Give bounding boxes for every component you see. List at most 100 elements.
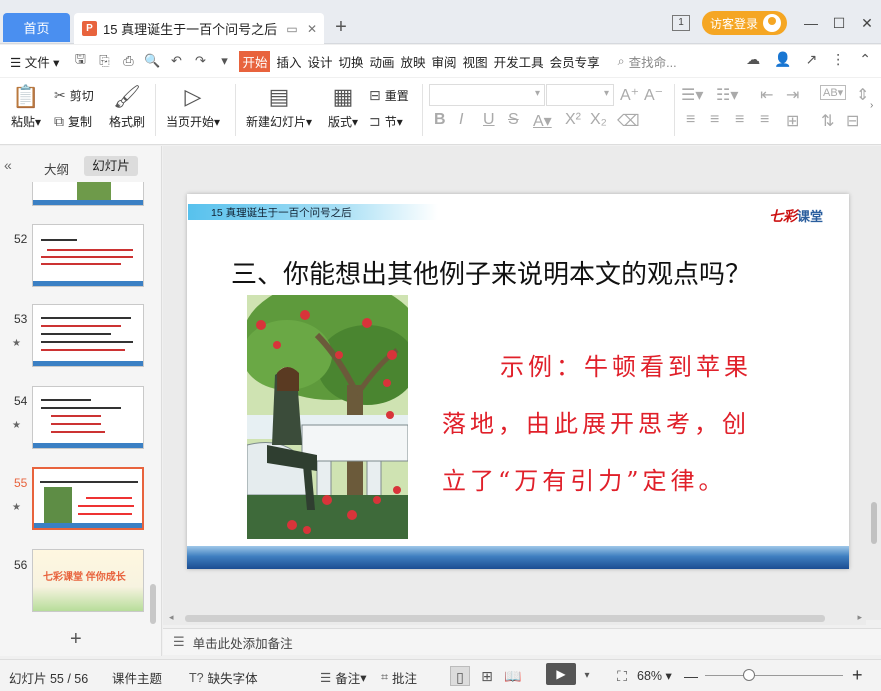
play-slideshow-button[interactable]: ▶ [546, 663, 576, 685]
font-family-select[interactable] [429, 84, 545, 106]
collapse-ribbon-icon[interactable]: ⌃ [859, 51, 871, 68]
share-icon[interactable]: ↗ [806, 51, 818, 68]
newton-illustration[interactable] [247, 295, 408, 539]
notes-pane[interactable]: ☰ 单击此处添加备注 [163, 628, 881, 655]
search-command[interactable]: ⌕ 查找命... [618, 52, 677, 71]
undo-icon[interactable]: ↶ [167, 53, 185, 69]
zoom-in-icon[interactable]: + [852, 665, 863, 686]
columns-icon[interactable]: ⊟ [846, 111, 859, 131]
horizontal-scroll-thumb[interactable] [185, 615, 825, 622]
cut-button[interactable]: ✂ 剪切 [54, 87, 94, 104]
vertical-scrollbar[interactable] [866, 146, 881, 620]
print-preview-icon[interactable]: 🔍 [143, 53, 161, 69]
slide-thumbnail-56[interactable]: 七彩课堂 伴你成长 [32, 549, 144, 612]
scroll-right-icon[interactable]: ▸ [857, 612, 862, 623]
quick-access-dropdown-icon[interactable]: ▾ [215, 53, 233, 69]
panel-scrollbar[interactable] [150, 584, 156, 624]
tab-home[interactable]: 首页 [3, 13, 70, 42]
collapse-panel-icon[interactable]: « [4, 157, 12, 173]
reading-view-icon[interactable]: 📖 [503, 666, 523, 686]
add-slide-button[interactable]: + [70, 628, 82, 651]
page-indicator-icon[interactable]: 1 [671, 15, 690, 31]
font-color-icon[interactable]: A▾ [533, 111, 552, 131]
menu-design[interactable]: 设计 [307, 52, 332, 71]
more-icon[interactable]: ⋮ [831, 51, 845, 68]
missing-font-button[interactable]: T? 缺失字体 [189, 668, 258, 687]
zoom-level[interactable]: 68% ▾ [637, 668, 672, 684]
cloud-sync-icon[interactable]: ☁ [746, 51, 760, 68]
increase-font-icon[interactable]: A⁺ [620, 85, 639, 105]
tab-outline[interactable]: 大纲 [44, 159, 69, 178]
justify-icon[interactable]: ≡ [760, 111, 769, 129]
align-right-icon[interactable]: ≡ [735, 111, 744, 129]
copy-button[interactable]: ⧉ 复制 [54, 113, 92, 130]
decrease-font-icon[interactable]: A⁻ [644, 85, 663, 105]
file-menu[interactable]: ☰ 文件 ▾ [10, 52, 59, 71]
clear-format-icon[interactable]: ⌫ [617, 111, 640, 131]
zoom-slider-track[interactable] [705, 675, 843, 676]
play-from-current-button[interactable]: ▷ 当页开始▾ [164, 84, 222, 130]
float-window-icon[interactable]: ▭ [284, 22, 300, 36]
current-slide[interactable]: 15 真理诞生于一百个问号之后 七彩课堂 三、你能想出其他例子来说明本文的观点吗… [187, 194, 849, 569]
fit-window-icon[interactable]: ⛶ [612, 666, 632, 686]
paste-button[interactable]: 📋 粘贴▾ [8, 84, 44, 130]
theme-name[interactable]: 课件主题 [112, 668, 162, 687]
strikethrough-icon[interactable]: S [508, 111, 519, 129]
underline-icon[interactable]: U [483, 111, 495, 129]
menu-developer[interactable]: 开发工具 [494, 52, 544, 71]
layout-button[interactable]: ▦ 版式▾ [325, 84, 361, 130]
menu-member[interactable]: 会员专享 [550, 52, 600, 71]
italic-icon[interactable]: I [459, 111, 463, 129]
export-icon[interactable]: ⎘ [95, 53, 113, 69]
new-tab-button[interactable]: + [330, 16, 352, 38]
menu-review[interactable]: 审阅 [432, 52, 457, 71]
close-tab-icon[interactable]: ✕ [304, 22, 320, 36]
paragraph-spacing-icon[interactable]: ⇅ [821, 111, 834, 131]
close-window-icon[interactable]: ✕ [855, 15, 879, 32]
vertical-scroll-thumb[interactable] [871, 502, 877, 544]
maximize-icon[interactable]: ☐ [827, 15, 851, 32]
decrease-indent-icon[interactable]: ⇤ [760, 85, 773, 105]
slide-thumbnail-53[interactable] [32, 304, 144, 367]
distribute-icon[interactable]: ⊞ [786, 111, 799, 131]
ribbon-scroll-right-icon[interactable]: › [870, 100, 873, 111]
menu-insert[interactable]: 插入 [276, 52, 301, 71]
new-slide-button[interactable]: ▤ 新建幻灯片▾ [244, 84, 314, 130]
zoom-out-icon[interactable]: — [684, 668, 698, 684]
visitor-login-button[interactable]: 访客登录 [701, 11, 787, 35]
superscript-icon[interactable]: X² [565, 111, 581, 129]
text-direction-icon[interactable]: AB▾ [820, 85, 847, 100]
minimize-icon[interactable]: — [799, 15, 823, 31]
save-icon[interactable]: 🖫 [71, 50, 89, 72]
zoom-slider-knob[interactable] [743, 669, 755, 681]
align-center-icon[interactable]: ≡ [710, 111, 719, 129]
slide-title[interactable]: 三、你能想出其他例子来说明本文的观点吗？ [231, 254, 751, 291]
normal-view-icon[interactable]: ▯ [450, 666, 470, 686]
horizontal-scrollbar[interactable]: ◂ ▸ [163, 611, 866, 625]
align-left-icon[interactable]: ≡ [686, 111, 695, 129]
section-button[interactable]: ⊐ 节 ▾ [369, 113, 403, 130]
slide-thumbnail-51[interactable] [32, 182, 144, 206]
reset-button[interactable]: ⊟ 重置 [369, 87, 409, 104]
slide-thumbnail-52[interactable] [32, 224, 144, 287]
menu-start[interactable]: 开始 [239, 50, 271, 72]
tab-document[interactable]: P 15 真理诞生于一百个问号之后 ▭ ✕ [74, 13, 324, 44]
menu-slideshow[interactable]: 放映 [401, 52, 426, 71]
slide-body-text[interactable]: 示例：牛顿看到苹果 落地，由此展开思考，创 立了“万有引力”定律。 [442, 339, 772, 510]
notes-toggle-button[interactable]: ☰ 备注 ▾ [320, 668, 367, 687]
menu-transition[interactable]: 切换 [339, 52, 364, 71]
format-painter-button[interactable]: 🖌 格式刷 [106, 84, 148, 130]
slide-thumbnail-55[interactable] [32, 467, 144, 530]
bullet-list-icon[interactable]: ☰▾ [681, 85, 703, 105]
bold-icon[interactable]: B [434, 111, 446, 129]
menu-animation[interactable]: 动画 [370, 52, 395, 71]
slide-sorter-icon[interactable]: ⊞ [477, 666, 497, 686]
play-dropdown-icon[interactable]: ▾ [577, 666, 597, 686]
redo-icon[interactable]: ↷ [191, 53, 209, 69]
subscript-icon[interactable]: X₂ [590, 111, 607, 129]
slide-thumbnail-54[interactable] [32, 386, 144, 449]
line-spacing-icon[interactable]: ⇕ [856, 85, 869, 105]
share-user-icon[interactable]: 👤 [774, 51, 791, 68]
menu-view[interactable]: 视图 [463, 52, 488, 71]
scroll-left-icon[interactable]: ◂ [169, 612, 174, 623]
